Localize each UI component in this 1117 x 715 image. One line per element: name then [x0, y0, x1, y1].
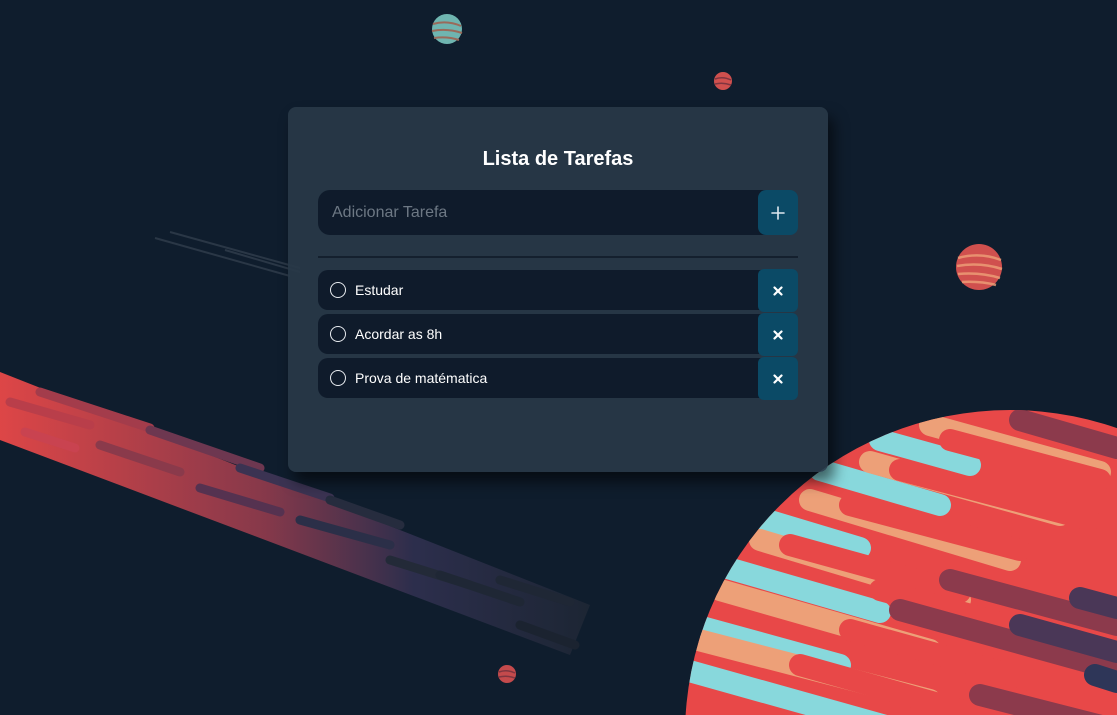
- todo-card: Lista de Tarefas Estudar: [288, 107, 828, 472]
- add-task-button[interactable]: [758, 190, 798, 235]
- plus-icon: [771, 205, 785, 220]
- task-item-body: Estudar: [318, 270, 788, 310]
- task-label: Estudar: [355, 282, 404, 298]
- add-task-row: [318, 190, 798, 235]
- task-item-body: Prova de matématica: [318, 358, 788, 398]
- card-title: Lista de Tarefas: [482, 148, 634, 170]
- task-complete-radio[interactable]: [330, 282, 346, 298]
- add-task-input[interactable]: [318, 190, 788, 235]
- task-list: Estudar Acordar as 8h Prova de matématic…: [318, 269, 798, 400]
- task-label: Prova de matématica: [355, 370, 488, 386]
- close-icon: [773, 329, 783, 340]
- delete-task-button[interactable]: [758, 357, 798, 400]
- streaks: [154, 231, 301, 277]
- task-item-body: Acordar as 8h: [318, 314, 788, 354]
- close-icon: [773, 373, 783, 384]
- task-complete-radio[interactable]: [330, 326, 346, 342]
- task-item: Prova de matématica: [318, 357, 798, 400]
- task-item: Estudar: [318, 269, 798, 312]
- close-icon: [773, 285, 783, 296]
- app-background: Lista de Tarefas Estudar: [0, 0, 1117, 715]
- task-label: Acordar as 8h: [355, 326, 443, 342]
- divider: [318, 256, 798, 258]
- task-complete-radio[interactable]: [330, 370, 346, 386]
- delete-task-button[interactable]: [758, 269, 798, 312]
- task-item: Acordar as 8h: [318, 313, 798, 356]
- delete-task-button[interactable]: [758, 313, 798, 356]
